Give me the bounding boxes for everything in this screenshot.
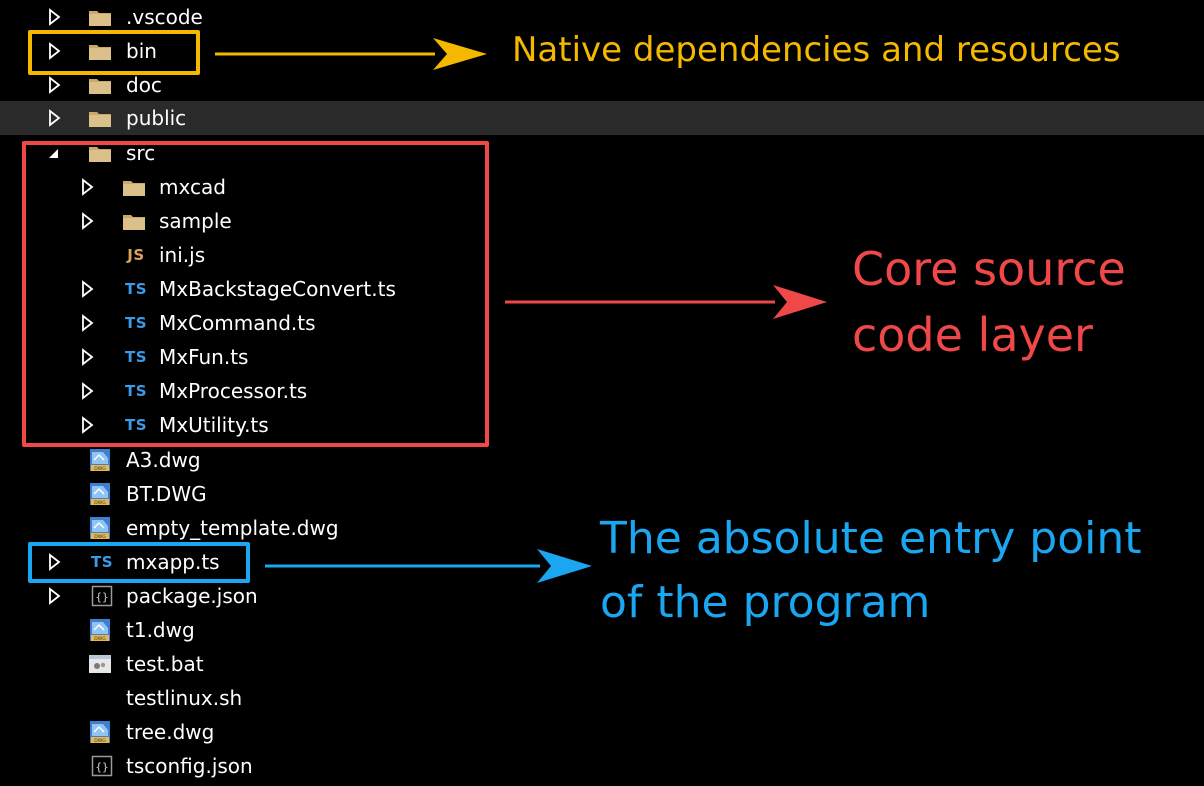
src-annotation-line2: code layer (852, 308, 1093, 362)
svg-text:DWG: DWG (94, 534, 106, 540)
bin-annotation: Native dependencies and resources (512, 30, 1121, 70)
bat-file-icon (88, 652, 112, 676)
tree-item-bt-dwg[interactable]: DWG BT.DWG (0, 477, 1204, 511)
entry-annotation-line1: The absolute entry point (600, 513, 1142, 564)
tree-item-label: tsconfig.json (126, 754, 253, 778)
tree-item-a3-dwg[interactable]: DWG A3.dwg (0, 443, 1204, 477)
dwg-file-icon: DWG (88, 448, 112, 472)
entry-highlight-box (28, 542, 250, 583)
dwg-file-icon: DWG (88, 618, 112, 642)
entry-annotation-line2: of the program (600, 577, 931, 628)
tree-item-public[interactable]: public (0, 101, 1204, 135)
svg-text:DWG: DWG (94, 636, 106, 642)
src-annotation-line1: Core source (852, 242, 1126, 296)
dwg-file-icon: DWG (88, 720, 112, 744)
chevron-right-icon[interactable] (48, 109, 62, 127)
bin-arrow-icon (215, 38, 487, 70)
tree-item-label: empty_template.dwg (126, 516, 339, 540)
bin-highlight-box (28, 30, 200, 75)
tree-item-vscode[interactable]: .vscode (0, 0, 1204, 34)
tree-item-label: package.json (126, 584, 258, 608)
chevron-right-icon[interactable] (48, 76, 62, 94)
tree-item-testlinux-sh[interactable]: testlinux.sh (0, 681, 1204, 715)
tree-item-label: A3.dwg (126, 448, 201, 472)
json-file-icon: {} (90, 584, 114, 608)
tree-item-label: testlinux.sh (126, 686, 243, 710)
tree-item-label: .vscode (126, 5, 203, 29)
folder-icon (88, 5, 112, 29)
src-arrow-icon (505, 285, 827, 319)
tree-item-label: tree.dwg (126, 720, 215, 744)
tree-item-label: test.bat (126, 652, 204, 676)
tree-item-tree-dwg[interactable]: DWG tree.dwg (0, 715, 1204, 749)
chevron-right-icon[interactable] (48, 587, 62, 605)
src-highlight-box (22, 141, 489, 447)
json-file-icon: {} (90, 754, 114, 778)
entry-arrow-icon (265, 549, 592, 583)
svg-text:{}: {} (95, 591, 108, 604)
svg-text:DWG: DWG (94, 500, 106, 506)
tree-item-label: BT.DWG (126, 482, 207, 506)
tree-item-label: t1.dwg (126, 618, 195, 642)
svg-text:{}: {} (95, 761, 108, 774)
tree-item-test-bat[interactable]: test.bat (0, 647, 1204, 681)
chevron-right-icon[interactable] (48, 8, 62, 26)
tree-item-label: public (126, 106, 187, 130)
svg-text:DWG: DWG (94, 738, 106, 744)
svg-text:DWG: DWG (94, 466, 106, 472)
dwg-file-icon: DWG (88, 516, 112, 540)
folder-icon (88, 106, 112, 130)
dwg-file-icon: DWG (88, 482, 112, 506)
folder-icon (88, 73, 112, 97)
tree-item-tsconfig-json[interactable]: {} tsconfig.json (0, 749, 1204, 783)
